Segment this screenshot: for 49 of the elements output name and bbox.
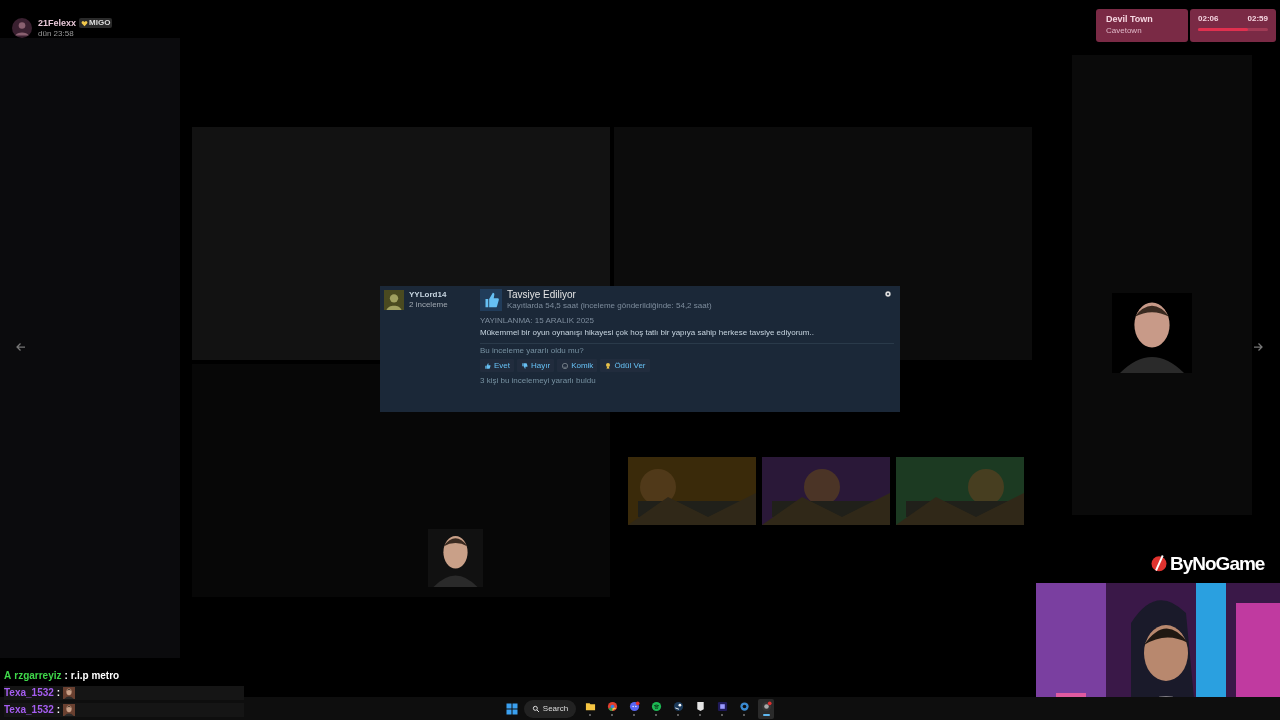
left-arrow-icon[interactable]: [15, 341, 27, 353]
playtime-text: Kayıtlarda 54,5 saat (inceleme gönderildiğinde: 54,2 saat): [507, 301, 712, 311]
search-button[interactable]: Search: [523, 699, 577, 718]
chat-separator: :: [56, 705, 61, 715]
right-arrow-icon[interactable]: [1252, 341, 1264, 353]
award-icon: [604, 361, 613, 370]
helpful-count: 3 kişi bu incelemeyi yararlı buldu: [480, 376, 597, 386]
video-editor-icon: [716, 701, 728, 712]
music-app-icon: [650, 701, 662, 712]
heart-icon: [81, 19, 89, 27]
chat-username: rzgarreyiz: [14, 671, 62, 681]
thumbs-up-icon: [480, 289, 502, 311]
reviewer-name[interactable]: YYLord14: [409, 290, 448, 300]
elapsed-time: 02:06: [1198, 14, 1219, 24]
avatar-icon: [384, 290, 404, 310]
taskbar-app[interactable]: [758, 698, 775, 719]
timestamp: dün 23:58: [38, 30, 75, 38]
song-title: Devil Town: [1106, 13, 1154, 25]
review-action-button[interactable]: Evet: [480, 359, 514, 372]
chat-separator: :: [64, 671, 68, 681]
record-app-icon: [760, 701, 772, 712]
thumbs-down-icon: [521, 361, 529, 370]
folder-icon: [584, 701, 596, 712]
posted-date: YAYINLANMA: 15 ARALIK 2025: [480, 316, 595, 326]
brand-logo: ByNoGame: [1170, 553, 1265, 573]
chat-app-icon: [628, 701, 640, 712]
game-launcher-icon: [672, 701, 684, 712]
chat-username: Texa_1532: [4, 705, 54, 715]
avatar-icon: [12, 18, 32, 38]
total-time: 02:59: [1247, 14, 1268, 24]
chat-prefix-label: A: [4, 671, 12, 681]
user-badge: MIGO: [79, 18, 113, 28]
review-action-button[interactable]: Komik: [557, 359, 598, 372]
chat-username: Texa_1532: [4, 688, 54, 698]
review-text: Mükemmel bir oyun oynanışı hikayesi çok hoş tatlı bir yapıya sahip herkese tavsiye ediyorum..: [480, 327, 815, 338]
chat-separator: :: [56, 688, 61, 698]
thumbs-up-icon: [484, 361, 492, 370]
verdict-title: Tavsiye Ediliyor: [507, 289, 577, 301]
search-icon: [531, 704, 540, 713]
windows-icon[interactable]: [505, 702, 518, 715]
settings-icon[interactable]: [884, 290, 892, 298]
review-count: 2 inceleme: [409, 300, 448, 310]
chat-message: r.i.p metro: [70, 671, 120, 681]
review-action-button[interactable]: Hayır: [517, 359, 555, 372]
song-artist: Cavetown: [1106, 26, 1143, 36]
review-action-button[interactable]: Ödül Ver: [600, 359, 650, 372]
helpful-prompt: Bu inceleme yararlı oldu mu?: [480, 346, 585, 356]
browser-icon: [606, 701, 618, 712]
username: 21Felexx: [38, 18, 77, 28]
